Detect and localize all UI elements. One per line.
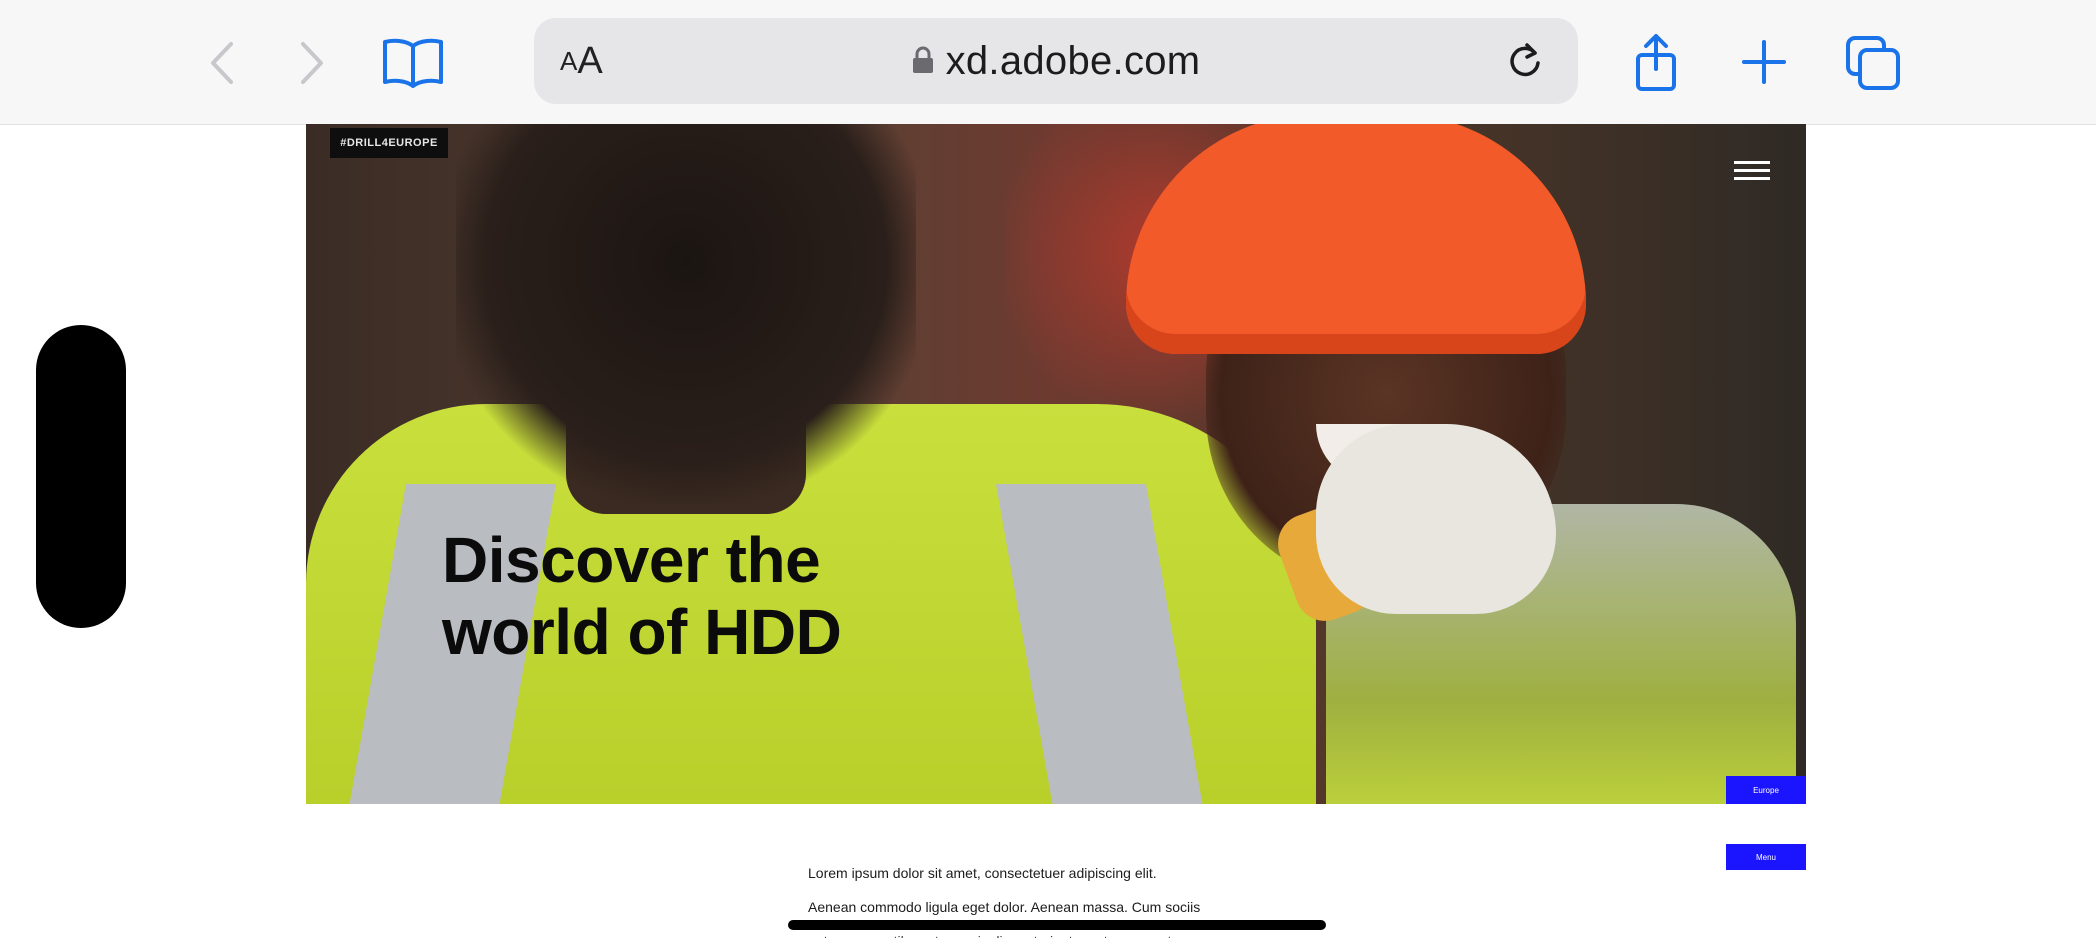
url-display[interactable]: xd.adobe.com [534, 18, 1578, 104]
hero-headline: Discover the world of HDD [442, 524, 842, 668]
side-handle[interactable] [36, 325, 126, 628]
hero-photo-glove [1316, 424, 1556, 614]
bookmarks-icon[interactable] [378, 32, 448, 92]
headline-line: world of HDD [442, 596, 842, 668]
hero-photo-head [456, 124, 916, 504]
lock-icon [912, 39, 934, 84]
url-text: xd.adobe.com [945, 38, 1201, 83]
paragraph-line: Aenean commodo ligula eget dolor. Aenean… [808, 899, 1201, 915]
headline-line: Discover the [442, 524, 821, 596]
reload-icon[interactable] [1500, 36, 1550, 86]
tabs-icon[interactable] [1842, 32, 1904, 94]
back-icon[interactable] [200, 38, 244, 88]
hamburger-menu-icon[interactable] [1734, 156, 1770, 184]
europe-button[interactable]: Europe [1726, 776, 1806, 804]
hero-section: #DRILL4EUROPE Discover the world of HDD … [306, 124, 1806, 804]
paragraph-line: Lorem ipsum dolor sit amet, consectetuer… [808, 865, 1157, 881]
menu-button[interactable]: Menu [1726, 844, 1806, 870]
browser-toolbar: AA xd.adobe.com [0, 0, 2096, 125]
share-icon[interactable] [1628, 28, 1684, 98]
new-tab-icon[interactable] [1736, 32, 1792, 92]
brand-tag[interactable]: #DRILL4EUROPE [330, 128, 448, 158]
forward-icon[interactable] [290, 38, 334, 88]
home-indicator[interactable] [788, 920, 1326, 930]
hero-photo-helmet [1126, 124, 1586, 354]
address-bar[interactable]: AA xd.adobe.com [534, 18, 1578, 104]
